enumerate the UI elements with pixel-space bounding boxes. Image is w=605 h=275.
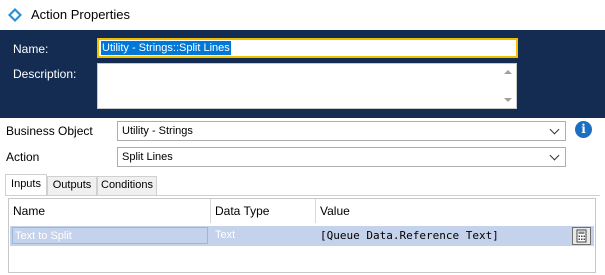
row-data-type: Text	[215, 229, 236, 241]
blueprism-diamond-icon	[8, 8, 22, 22]
column-header-name[interactable]: Name	[9, 199, 209, 223]
inputs-grid: Name Data Type Value Text to Split Text …	[8, 198, 596, 273]
business-object-label: Business Object	[6, 124, 93, 138]
title-bar: Action Properties	[0, 0, 605, 30]
chevron-down-icon	[549, 150, 560, 161]
info-icon[interactable]: i	[575, 121, 592, 138]
action-label: Action	[6, 150, 40, 164]
tab-inputs[interactable]: Inputs	[5, 174, 47, 195]
name-input-value: Utility - Strings::Split Lines	[101, 41, 231, 55]
row-name-text: Text to Split	[15, 230, 72, 242]
row-name-cell[interactable]: Text to Split	[12, 227, 208, 244]
business-object-value: Utility - Strings	[122, 125, 193, 137]
name-label: Name:	[13, 42, 49, 56]
tab-conditions[interactable]: Conditions	[97, 176, 157, 195]
business-object-select[interactable]: Utility - Strings	[117, 121, 566, 141]
action-select[interactable]: Split Lines	[117, 147, 566, 167]
action-value: Split Lines	[122, 151, 173, 163]
expression-editor-button[interactable]	[572, 227, 591, 245]
row-value[interactable]: [Queue Data.Reference Text]	[320, 229, 499, 242]
name-input[interactable]: Utility - Strings::Split Lines	[97, 38, 518, 58]
tab-strip-line	[5, 195, 600, 196]
chevron-down-icon	[549, 124, 560, 135]
scroll-down-icon[interactable]	[504, 98, 512, 102]
tab-outputs[interactable]: Outputs	[47, 176, 97, 195]
description-label: Description:	[13, 67, 77, 81]
window-title: Action Properties	[31, 7, 130, 22]
description-input[interactable]	[97, 63, 517, 109]
column-header-value[interactable]: Value	[316, 199, 586, 223]
description-scrollbar[interactable]	[500, 64, 516, 108]
header-panel: Name: Utility - Strings::Split Lines Des…	[0, 30, 605, 118]
column-header-data-type[interactable]: Data Type	[211, 199, 315, 223]
scroll-up-icon[interactable]	[504, 70, 512, 74]
calculator-icon	[576, 229, 587, 243]
table-row[interactable]: Text to Split Text [Queue Data.Reference…	[10, 226, 594, 246]
